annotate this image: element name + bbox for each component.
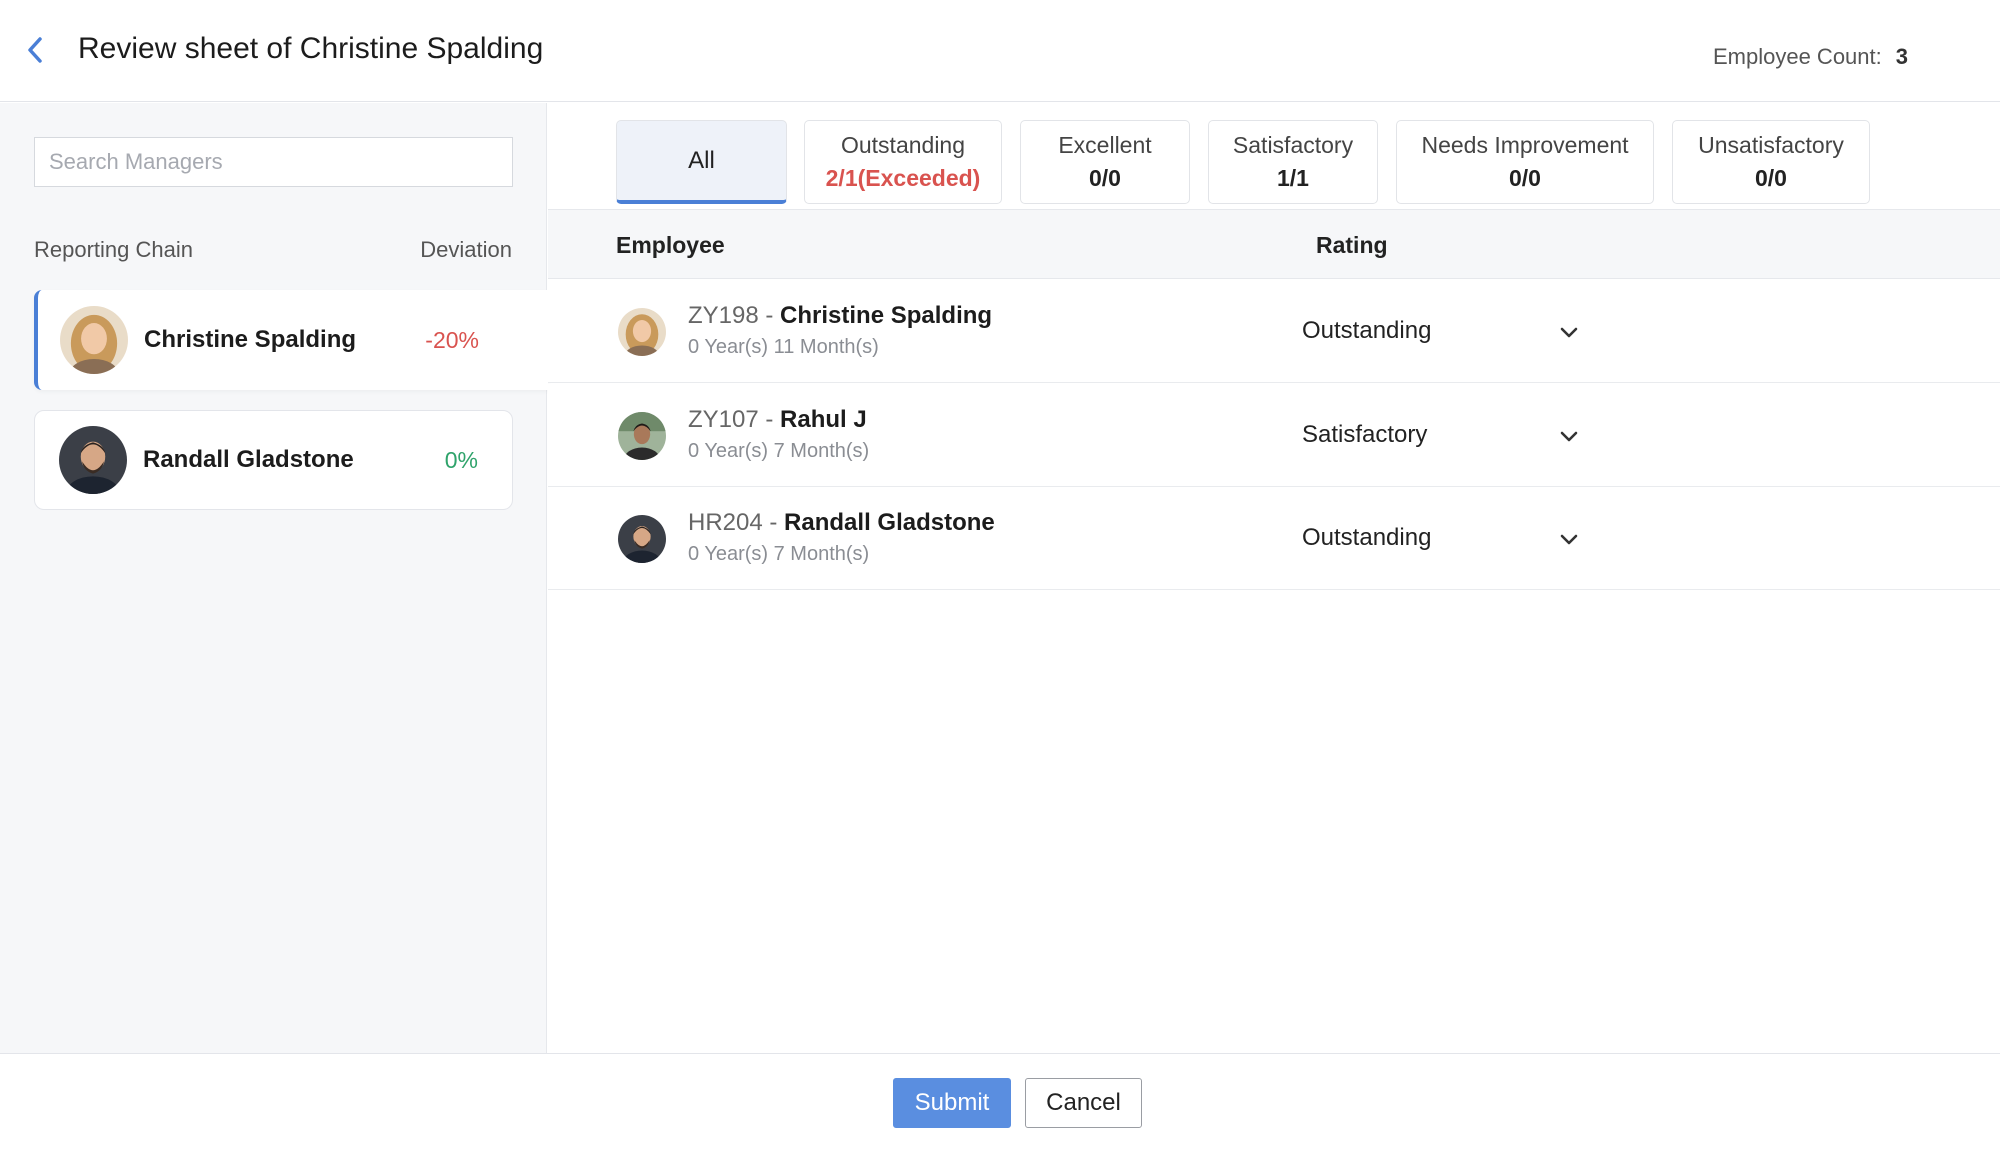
employee-table-header: Employee Rating	[548, 209, 2000, 279]
manager-card-randall-gladstone[interactable]: Randall Gladstone 0%	[34, 410, 513, 510]
employee-id-name: HR204 - Randall Gladstone	[688, 509, 995, 537]
employee-id: HR204 -	[688, 509, 785, 536]
tab-label: Excellent	[1058, 132, 1152, 158]
tab-outstanding[interactable]: Outstanding 2/1(Exceeded)	[804, 120, 1002, 204]
manager-name: Christine Spalding	[144, 326, 357, 353]
employee-count-label: Employee Count:	[1712, 44, 1882, 69]
employee-name: Randall Gladstone	[784, 509, 995, 536]
avatar	[618, 412, 666, 460]
tab-label: Needs Improvement	[1421, 132, 1629, 158]
rating-value[interactable]: Outstanding	[1302, 524, 1431, 552]
page-header: Review sheet of Christine Spalding Emplo…	[0, 0, 2000, 102]
avatar	[618, 308, 666, 356]
rating-value[interactable]: Satisfactory	[1302, 421, 1427, 449]
employee-id-name: ZY107 - Rahul J	[688, 406, 867, 434]
employee-tenure: 0 Year(s) 11 Month(s)	[688, 336, 879, 358]
tab-satisfactory[interactable]: Satisfactory 1/1	[1208, 120, 1378, 204]
avatar	[60, 306, 128, 374]
employee-count-value: 3	[1895, 44, 1908, 69]
column-header-rating: Rating	[1316, 232, 1388, 258]
table-row: ZY107 - Rahul J 0 Year(s) 7 Month(s) Sat…	[548, 384, 2000, 487]
tab-count: 0/0	[1755, 165, 1787, 191]
tab-excellent[interactable]: Excellent 0/0	[1020, 120, 1190, 204]
avatar	[618, 515, 666, 563]
rating-dropdown[interactable]	[1554, 318, 1584, 348]
employee-id-name: ZY198 - Christine Spalding	[688, 302, 992, 330]
tab-label: Satisfactory	[1232, 132, 1354, 158]
tab-needs-improvement[interactable]: Needs Improvement 0/0	[1396, 120, 1654, 204]
employee-count: Employee Count: 3	[1713, 44, 1908, 70]
employee-id: ZY107 -	[688, 406, 781, 433]
employee-id: ZY198 -	[688, 302, 781, 329]
manager-deviation: -20%	[425, 326, 479, 353]
managers-sidebar: Reporting Chain Deviation Christine Spal…	[0, 103, 548, 1053]
table-row: HR204 - Randall Gladstone 0 Year(s) 7 Mo…	[548, 487, 2000, 590]
employee-name: Christine Spalding	[780, 302, 993, 329]
tab-count: 0/0	[1509, 165, 1541, 191]
chevron-down-icon	[1560, 431, 1578, 442]
employee-tenure: 0 Year(s) 7 Month(s)	[688, 543, 870, 565]
rating-value[interactable]: Outstanding	[1302, 317, 1431, 345]
page-title: Review sheet of Christine Spalding	[78, 32, 544, 65]
back-button[interactable]	[20, 30, 50, 70]
page-footer: Submit Cancel	[0, 1053, 2000, 1151]
tab-label: Unsatisfactory	[1698, 132, 1844, 158]
chevron-down-icon	[1560, 327, 1578, 338]
tab-count: 1/1	[1277, 165, 1309, 191]
avatar	[59, 426, 127, 494]
employee-name: Rahul J	[780, 406, 867, 433]
tab-count: 2/1(Exceeded)	[825, 165, 981, 191]
tab-label: All	[688, 146, 715, 174]
employee-tenure: 0 Year(s) 7 Month(s)	[688, 440, 870, 462]
chevron-left-icon	[28, 37, 42, 63]
manager-deviation: 0%	[444, 446, 478, 473]
tab-all[interactable]: All	[616, 120, 787, 204]
reporting-chain-heading: Reporting Chain	[34, 237, 193, 262]
tab-unsatisfactory[interactable]: Unsatisfactory 0/0	[1672, 120, 1870, 204]
manager-name: Randall Gladstone	[143, 446, 354, 473]
rating-dropdown[interactable]	[1554, 422, 1584, 452]
chevron-down-icon	[1560, 534, 1578, 545]
deviation-heading: Deviation	[420, 237, 512, 262]
search-managers-input[interactable]	[34, 137, 513, 187]
table-row: ZY198 - Christine Spalding 0 Year(s) 11 …	[548, 280, 2000, 383]
tab-label: Outstanding	[840, 132, 966, 158]
submit-button[interactable]: Submit	[893, 1078, 1011, 1128]
cancel-button[interactable]: Cancel	[1025, 1078, 1142, 1128]
column-header-employee: Employee	[616, 232, 725, 258]
manager-card-christine-spalding[interactable]: Christine Spalding -20%	[34, 290, 548, 390]
tab-count: 0/0	[1089, 165, 1121, 191]
rating-dropdown[interactable]	[1554, 525, 1584, 555]
